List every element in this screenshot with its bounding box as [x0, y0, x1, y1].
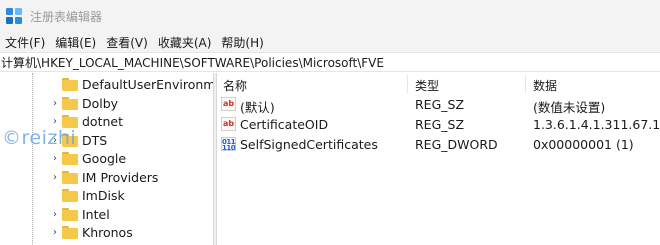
value-type: REG_SZ	[415, 117, 465, 132]
folder-icon	[62, 170, 78, 184]
menu-help[interactable]: 帮助(H)	[216, 34, 268, 51]
tree-item[interactable]: › Intel	[0, 205, 213, 223]
folder-icon	[62, 77, 78, 91]
string-value-icon: ab	[221, 97, 236, 111]
value-name: (默认)	[240, 100, 275, 115]
tree-item[interactable]: › Khronos	[0, 223, 213, 241]
chevron-right-icon[interactable]: ›	[50, 227, 60, 238]
column-header-type[interactable]: 类型	[415, 77, 439, 94]
tree-item[interactable]: › Dolby	[0, 94, 213, 112]
folder-icon	[62, 225, 78, 239]
chevron-right-icon[interactable]: ›	[50, 153, 60, 164]
menu-favorites[interactable]: 收藏夹(A)	[153, 34, 217, 51]
folder-icon	[62, 188, 78, 202]
regedit-icon	[6, 8, 22, 24]
chevron-right-icon[interactable]: ›	[50, 209, 60, 220]
tree-item-label: Intel	[82, 206, 110, 222]
value-data: 1.3.6.1.4.1.311.67.1.1	[533, 117, 660, 132]
value-data: (数值未设置)	[533, 100, 606, 115]
column-divider[interactable]	[525, 75, 526, 93]
title-bar: 注册表编辑器	[0, 0, 660, 32]
value-name: CertificateOID	[240, 117, 329, 132]
values-list-pane[interactable]: 名称 类型 数据 ab (默认) REG_SZ (数值未设置) ab Certi…	[217, 73, 660, 245]
tree-item-label: ImDisk	[82, 187, 125, 203]
tree-item[interactable]: ImDisk	[0, 186, 213, 204]
string-value-icon: ab	[221, 117, 236, 131]
tree-item[interactable]: › IM Providers	[0, 168, 213, 186]
value-type: REG_DWORD	[415, 137, 498, 152]
watermark: ©reizhi	[2, 127, 77, 149]
value-data: 0x00000001 (1)	[533, 137, 634, 152]
tree-item-label: DTS	[82, 132, 108, 148]
menu-edit[interactable]: 编辑(E)	[50, 34, 101, 51]
tree-item-label: Khronos	[82, 224, 133, 240]
tree-item-label: Google	[82, 150, 127, 166]
tree-item-label: dotnet	[82, 113, 123, 129]
chevron-right-icon[interactable]: ›	[50, 116, 60, 127]
tree-item-label: Dolby	[82, 95, 119, 111]
tree-item[interactable]: DefaultUserEnvironm	[0, 75, 213, 93]
menu-view[interactable]: 查看(V)	[101, 34, 153, 51]
tree-item[interactable]: › Google	[0, 149, 213, 167]
window-title: 注册表编辑器	[30, 9, 103, 24]
column-header-name[interactable]: 名称	[223, 77, 247, 94]
menu-bar: 文件(F) 编辑(E) 查看(V) 收藏夹(A) 帮助(H)	[0, 32, 660, 52]
menu-file[interactable]: 文件(F)	[0, 34, 50, 51]
tree-item-label: DefaultUserEnvironm	[82, 76, 213, 92]
value-row[interactable]: ab CertificateOID REG_SZ 1.3.6.1.4.1.311…	[217, 115, 660, 135]
chevron-right-icon[interactable]: ›	[50, 172, 60, 183]
folder-icon	[62, 96, 78, 110]
binary-value-icon: 011 110	[221, 137, 236, 152]
value-name: SelfSignedCertificates	[240, 137, 378, 152]
value-row[interactable]: ab (默认) REG_SZ (数值未设置)	[217, 95, 660, 115]
value-row[interactable]: 011 110 SelfSignedCertificates REG_DWORD …	[217, 135, 660, 155]
chevron-right-icon[interactable]: ›	[50, 98, 60, 109]
address-path[interactable]: 计算机\HKEY_LOCAL_MACHINE\SOFTWARE\Policies…	[1, 54, 384, 71]
column-divider[interactable]	[407, 75, 408, 93]
key-tree-pane[interactable]: DefaultUserEnvironm › Dolby › dotnet › D…	[0, 73, 213, 245]
folder-icon	[62, 151, 78, 165]
folder-icon	[62, 114, 78, 128]
column-header-data[interactable]: 数据	[533, 77, 557, 94]
address-bar[interactable]: 计算机\HKEY_LOCAL_MACHINE\SOFTWARE\Policies…	[0, 52, 660, 72]
folder-icon	[62, 207, 78, 221]
value-type: REG_SZ	[415, 97, 465, 112]
tree-item-label: IM Providers	[82, 169, 159, 185]
